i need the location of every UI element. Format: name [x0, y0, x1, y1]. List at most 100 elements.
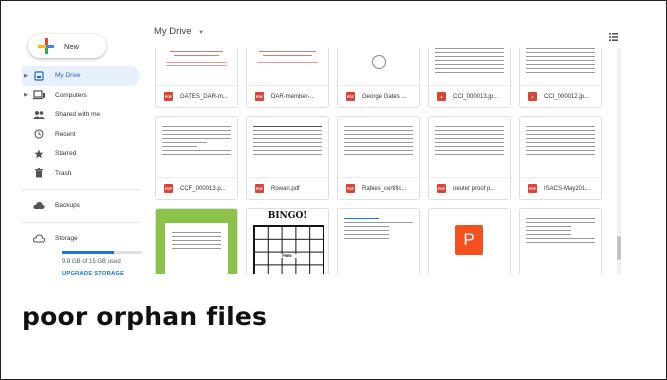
file-name-bar: PDF GATES_DAR-m... [156, 85, 237, 107]
file-name: CCF_000013.p... [180, 185, 226, 192]
sidebar-item-trash[interactable]: Trash [22, 164, 140, 184]
cloud-icon [32, 201, 46, 211]
file-name-bar: PDF ISACS-May201... [520, 177, 601, 199]
sidebar-item-label: Computers [55, 91, 87, 99]
file-thumbnail [338, 117, 419, 177]
pdf-icon: PDF [164, 184, 173, 193]
file-thumbnail [156, 48, 237, 85]
file-name-bar: PDF DAR-member-... [247, 85, 328, 107]
file-card[interactable]: PDF ISACS-May201... [519, 116, 602, 200]
expand-caret-icon[interactable]: ▶ [22, 92, 30, 98]
file-name: Rowan.pdf [271, 185, 300, 192]
pdf-icon: PDF [346, 92, 355, 101]
file-card[interactable]: PDF George Gates ... [337, 48, 420, 108]
file-name: CCI_000012.jp... [544, 93, 590, 100]
top-bar: My Drive ▼ [150, 24, 630, 44]
clock-icon [32, 129, 46, 139]
people-icon [32, 110, 46, 120]
storage-usage-text: 9.8 GB of 15 GB used [62, 259, 121, 265]
sidebar-item-storage[interactable]: Storage [22, 229, 140, 249]
file-card[interactable]: P [428, 208, 511, 274]
file-grid: PDF GATES_DAR-m... PDF DAR-member-... PD… [155, 48, 603, 274]
file-card[interactable]: PDF CCF_000013.p... [155, 116, 238, 200]
file-card[interactable]: PDF Rowan.pdf [246, 116, 329, 200]
drive-icon [32, 71, 46, 81]
slides-icon: P [455, 225, 483, 255]
sidebar-item-label: Backups [55, 202, 80, 210]
seal-icon [372, 55, 386, 69]
sidebar-item-backups[interactable]: Backups [22, 196, 140, 216]
file-thumbnail [338, 48, 419, 85]
file-name-bar: PDF Rowan.pdf [247, 177, 328, 199]
file-name-bar: ▲ CCI_000012.jp... [520, 85, 601, 107]
pdf-icon: PDF [528, 184, 537, 193]
file-card[interactable]: PDF DAR-member-... [246, 48, 329, 108]
pdf-icon: PDF [255, 92, 264, 101]
file-card[interactable] [337, 208, 420, 274]
storage-bar-fill [62, 251, 114, 254]
image-icon: ▲ [528, 92, 537, 101]
file-thumbnail [429, 48, 510, 85]
pdf-icon: PDF [437, 184, 446, 193]
file-name: DAR-member-... [271, 93, 315, 100]
list-view-icon[interactable] [609, 28, 618, 46]
pdf-icon: PDF [255, 184, 264, 193]
pdf-icon: PDF [164, 92, 173, 101]
sidebar-item-shared[interactable]: Shared with me [22, 105, 140, 125]
file-card[interactable]: ▲ CCI_000012.jp... [519, 48, 602, 108]
bingo-title: BINGO! [267, 211, 308, 221]
file-card[interactable]: PDF neuter proof p... [428, 116, 511, 200]
file-thumbnail: P [429, 209, 510, 274]
file-card[interactable] [155, 208, 238, 274]
sidebar-item-recent[interactable]: Recent [22, 125, 140, 145]
plus-icon [36, 36, 56, 56]
file-name: neuter proof p... [453, 185, 496, 192]
cloud-outline-icon [32, 233, 46, 243]
sidebar-item-label: Trash [55, 169, 72, 177]
pdf-icon: PDF [346, 184, 355, 193]
file-name: ISACS-May201... [544, 185, 591, 192]
file-card[interactable]: BINGO! FREE [246, 208, 329, 274]
file-name: George Gates ... [362, 93, 407, 100]
file-name-bar: PDF Rabies_certific... [338, 177, 419, 199]
computer-icon [32, 90, 46, 100]
storage-bar [62, 251, 142, 254]
file-thumbnail [429, 117, 510, 177]
file-name: GATES_DAR-m... [180, 93, 228, 100]
file-thumbnail: BINGO! FREE [247, 209, 328, 274]
sidebar-item-computers[interactable]: ▶ Computers [22, 86, 140, 106]
expand-caret-icon[interactable]: ▶ [22, 73, 30, 79]
file-card[interactable]: ▲ CCI_000013.jp... [428, 48, 511, 108]
scrollbar-thumb[interactable] [617, 236, 621, 260]
file-thumbnail [520, 48, 601, 85]
file-card[interactable]: PDF Rabies_certific... [337, 116, 420, 200]
file-name-bar: PDF neuter proof p... [429, 177, 510, 199]
file-name-bar: PDF George Gates ... [338, 85, 419, 107]
file-card[interactable] [519, 208, 602, 274]
page-title: My Drive [154, 26, 192, 37]
new-button[interactable]: New [28, 34, 106, 58]
file-thumbnail [520, 117, 601, 177]
file-name: CCI_000013.jp... [453, 93, 499, 100]
divider [22, 221, 140, 223]
file-thumbnail [156, 117, 237, 177]
file-thumbnail [156, 209, 237, 274]
divider [22, 189, 140, 190]
file-card[interactable]: PDF GATES_DAR-m... [155, 48, 238, 108]
sidebar-item-label: Starred [55, 150, 77, 158]
sidebar-nav: ▶ My Drive ▶ Computers Shared with me Re… [22, 66, 142, 277]
sidebar-item-label: My Drive [55, 72, 81, 80]
bingo-free-label: FREE [277, 254, 297, 258]
slide-caption: poor orphan files [22, 302, 268, 331]
upgrade-storage-link[interactable]: UPGRADE STORAGE [62, 271, 140, 277]
new-button-label: New [64, 41, 80, 51]
sidebar-item-my-drive[interactable]: ▶ My Drive [22, 66, 140, 86]
bingo-grid [253, 225, 324, 274]
sidebar-item-starred[interactable]: Starred [22, 144, 140, 164]
file-thumbnail [338, 209, 419, 274]
star-icon [32, 149, 46, 159]
trash-icon [32, 168, 46, 178]
storage-label: Storage [55, 234, 78, 242]
breadcrumb[interactable]: My Drive ▼ [154, 26, 204, 37]
file-thumbnail [247, 48, 328, 85]
